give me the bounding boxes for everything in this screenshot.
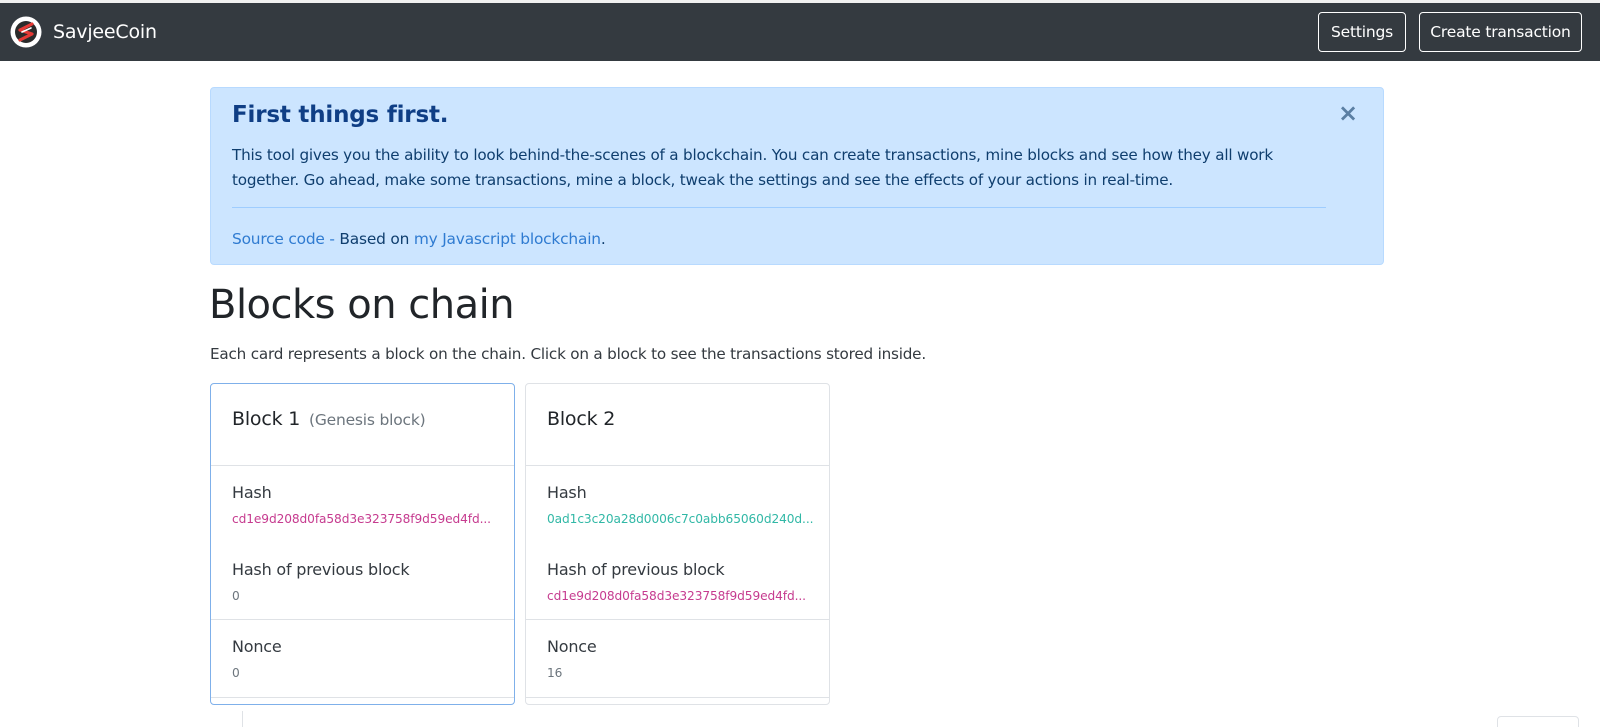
alert-footer: Source code - Based on my Javascript blo…: [232, 230, 606, 248]
block-card-header: Block 1 (Genesis block): [211, 384, 514, 466]
alert-separator: -: [324, 230, 340, 248]
prev-hash-value: cd1e9d208d0fa58d3e323758f9d59ed4fd...: [547, 589, 806, 603]
nonce-section: Nonce 16: [526, 620, 829, 698]
block-hash-section: Hash cd1e9d208d0fa58d3e323758f9d59ed4fd.…: [211, 466, 514, 543]
nonce-label: Nonce: [232, 637, 282, 656]
intro-alert: First things first. × This tool gives yo…: [210, 87, 1384, 265]
source-code-link[interactable]: Source code: [232, 230, 325, 248]
javascript-blockchain-link[interactable]: my Javascript blockchain: [414, 230, 601, 248]
prev-hash-label: Hash of previous block: [232, 560, 410, 579]
prev-hash-section: Hash of previous block 0: [211, 543, 514, 620]
settings-button[interactable]: Settings: [1318, 12, 1406, 52]
alert-text: This tool gives you the ability to look …: [232, 146, 1273, 189]
brand-link[interactable]: SavjeeCoin: [10, 16, 157, 48]
nonce-value: 16: [547, 666, 563, 680]
block-card[interactable]: Block 1 (Genesis block) Hash cd1e9d208d0…: [210, 383, 515, 705]
block-number: Block 1: [232, 408, 301, 430]
partial-control: [1497, 716, 1579, 727]
create-transaction-button[interactable]: Create transaction: [1419, 12, 1582, 52]
nonce-label: Nonce: [547, 637, 597, 656]
block-hash-section: Hash 0ad1c3c20a28d0006c7c0abb65060d240d.…: [526, 466, 829, 543]
based-on-text: Based on: [339, 230, 414, 248]
page-subtitle: Each card represents a block on the chai…: [210, 345, 926, 363]
block-number: Block 2: [547, 408, 616, 430]
nonce-section: Nonce 0: [211, 620, 514, 698]
section-divider: [242, 711, 243, 727]
block-title: Block 1 (Genesis block): [232, 408, 426, 430]
alert-end-punct: .: [600, 230, 606, 248]
hash-label: Hash: [232, 483, 272, 502]
hash-label: Hash: [547, 483, 587, 502]
block-title: Block 2: [547, 408, 615, 430]
genesis-note: (Genesis block): [308, 411, 426, 429]
hash-value: cd1e9d208d0fa58d3e323758f9d59ed4fd...: [232, 512, 491, 526]
alert-divider: [232, 207, 1326, 208]
savjeecoin-logo-icon: [10, 16, 42, 48]
hash-value: 0ad1c3c20a28d0006c7c0abb65060d240d...: [547, 512, 814, 526]
prev-hash-label: Hash of previous block: [547, 560, 725, 579]
block-card-header: Block 2: [526, 384, 829, 466]
page-title: Blocks on chain: [209, 282, 515, 328]
alert-heading: First things first.: [232, 102, 449, 128]
block-card[interactable]: Block 2 Hash 0ad1c3c20a28d0006c7c0abb650…: [525, 383, 830, 705]
prev-hash-value: 0: [232, 589, 240, 603]
nonce-value: 0: [232, 666, 240, 680]
prev-hash-section: Hash of previous block cd1e9d208d0fa58d3…: [526, 543, 829, 620]
brand-name: SavjeeCoin: [53, 21, 157, 43]
close-icon[interactable]: ×: [1335, 100, 1361, 126]
navbar: SavjeeCoin Settings Create transaction: [0, 3, 1600, 61]
